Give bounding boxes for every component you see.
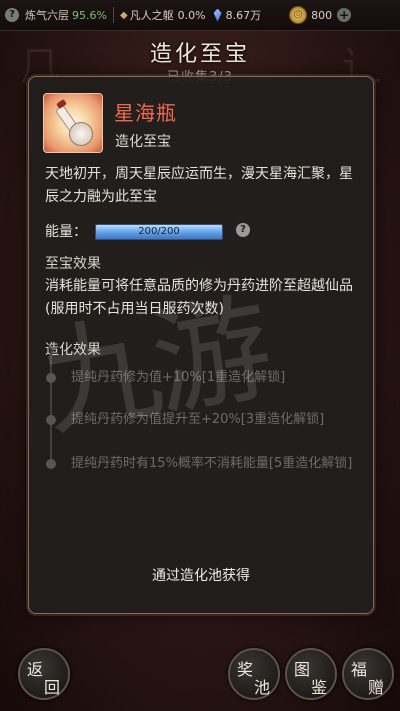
energy-help-icon[interactable]: ? [236,223,250,237]
refine-level-dot [46,373,56,383]
prize-pool-label-2: 池 [254,678,271,697]
spirit-stone-icon [213,8,222,22]
star-sea-bottle-icon [43,93,103,153]
coin-icon: ◎ [289,6,308,24]
body-realm: 凡人之躯 [129,9,174,22]
realm-progress: 95.6% [72,8,107,22]
atlas-label-1: 图 [294,660,311,679]
obtain-source[interactable]: 通过造化池获得 [29,565,373,585]
back-button[interactable]: 返 回 [18,648,70,700]
gift-label-1: 福 [351,660,368,679]
cultivation-realm: 炼气六层 [25,9,69,22]
atlas-button[interactable]: 图 鉴 [285,648,337,700]
refine-timeline [50,348,52,464]
refine-effect-item: 提纯丹药修为值提升至+20%[3重造化解锁] [71,412,325,427]
item-description: 天地初开，周天星辰应运而生，漫天星海汇聚，星辰之力融为此至宝 [45,166,353,205]
treasure-detail-panel: 星海瓶 造化至宝 天地初开，周天星辰应运而生，漫天星海汇聚，星辰之力融为此至宝 … [28,76,374,614]
top-status-bar: ? 炼气六层 95.6% ◆ 凡人之躯 0.0% 8.67万 ◎ 800 + [0,0,400,31]
refine-level-dot [46,459,56,469]
gift-label-2: 赠 [368,678,385,697]
body-icon: ◆ [119,9,128,21]
treasure-effect-title: 至宝效果 [45,256,101,272]
item-name: 星海瓶 [114,101,177,125]
item-type: 造化至宝 [115,134,171,150]
bottle-body [69,122,93,146]
back-label-2: 回 [44,678,61,697]
back-label-1: 返 [27,660,44,679]
spirit-stone-count: 8.67万 [225,9,262,22]
add-coins-button[interactable]: + [337,8,352,22]
refine-level-dot [46,415,56,425]
page-title: 造化至宝 [149,42,250,67]
prize-pool-label-1: 奖 [237,660,254,679]
treasure-effect-text: 消耗能量可将任意品质的修为丹药进阶至超越仙品 (服用时不占用当日服药次数) [45,278,353,317]
prize-pool-button[interactable]: 奖 池 [228,648,280,700]
energy-value: 200/200 [138,226,180,237]
energy-label: 能量： [45,224,87,240]
refine-effect-item: 提纯丹药时有15%概率不消耗能量[5重造化解锁] [71,456,353,471]
coin-count: 800 [311,8,333,22]
gift-button[interactable]: 福 赠 [342,648,394,700]
energy-bar: 200/200 [95,224,223,240]
body-progress: 0.0% [177,8,206,22]
atlas-label-2: 鉴 [311,678,328,697]
refine-effect-item: 提纯丹药修为值+10%[1重造化解锁] [71,370,286,385]
refine-effect-title: 造化效果 [45,342,101,358]
help-icon[interactable]: ? [5,8,19,22]
divider [112,7,114,23]
